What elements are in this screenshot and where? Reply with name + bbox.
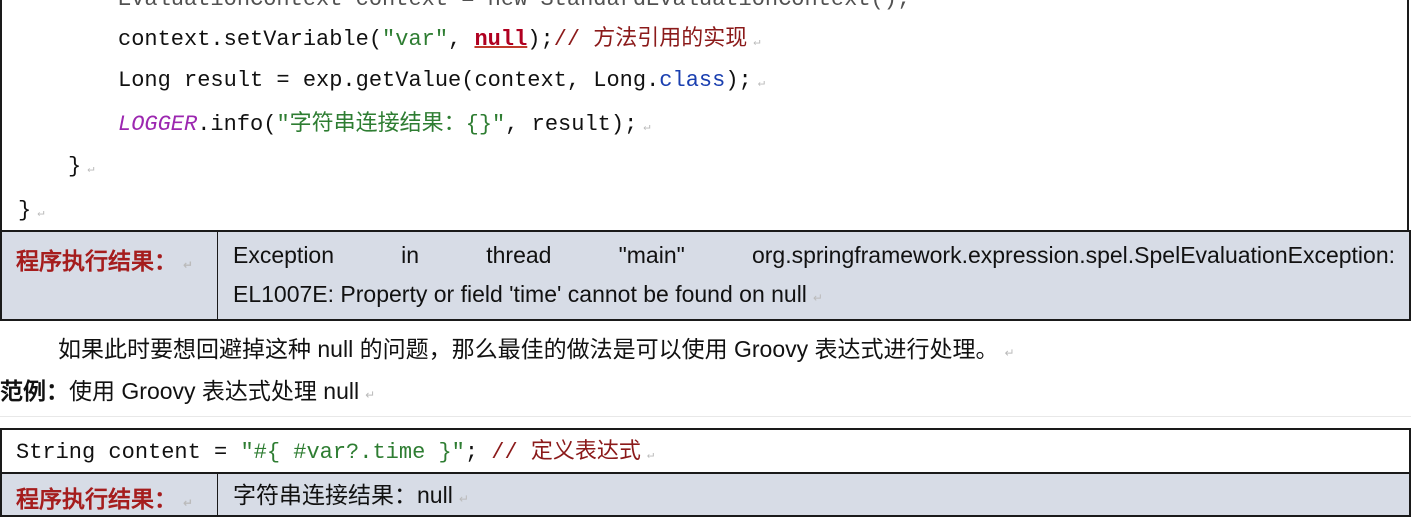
result-word: org.springframework.expression.spel.Spel…: [751, 242, 1396, 268]
null-keyword: null: [474, 27, 528, 52]
result-label: 程序执行结果： ↵: [2, 232, 218, 319]
code-line-logger: LOGGER.info("字符串连接结果：{}", result); ↵: [118, 112, 651, 140]
result-word: "main": [618, 242, 685, 268]
example-text: 使用 Groovy 表达式处理 null: [69, 378, 360, 404]
code-keyword: class: [659, 68, 726, 93]
paragraph-mark: ↵: [37, 206, 45, 220]
code-block-bottom: String content = "#{ #var?.time }"; // 定…: [0, 428, 1411, 472]
example-label: 范例：: [0, 378, 69, 404]
paragraph-mark: ↵: [365, 388, 376, 402]
code-line-cut: EvaluationContext context = new Standard…: [118, 0, 910, 13]
result-value: 字符串连接结果：null ↵: [218, 474, 1409, 515]
code-token: }: [18, 198, 32, 223]
code-token: }: [68, 154, 82, 179]
code-line-content: String content = "#{ #var?.time }"; // 定…: [16, 440, 654, 468]
code-token: );: [527, 27, 554, 52]
paragraph-mark: ↵: [753, 35, 761, 49]
result-label-text: 程序执行结果：: [16, 487, 177, 513]
paragraph-mark: ↵: [183, 496, 194, 510]
result-line-1: Exception in thread "main" org.springfra…: [233, 232, 1395, 275]
code-field: LOGGER: [118, 112, 198, 137]
result-word: in: [401, 242, 420, 268]
code-line-close-method: } ↵: [68, 154, 94, 182]
code-block-top: EvaluationContext context = new Standard…: [0, 0, 1409, 230]
result-text: 字符串连接结果：null: [233, 482, 453, 508]
code-string: "var": [382, 27, 449, 52]
result-table-1: 程序执行结果： ↵ Exception in thread "main" org.…: [0, 230, 1411, 321]
body-paragraph: 如果此时要想回避掉这种 null 的问题，那么最佳的做法是可以使用 Groovy…: [58, 330, 1015, 364]
code-token: String content =: [16, 440, 241, 465]
code-string: "#{ #var?.time }": [240, 440, 465, 465]
result-text: EL1007E: Property or field 'time' cannot…: [233, 281, 807, 307]
result-word: Exception: [233, 242, 335, 268]
result-value: Exception in thread "main" org.springfra…: [218, 232, 1409, 319]
separator: [0, 416, 1411, 417]
code-token: context.setVariable(: [118, 27, 383, 52]
paragraph-mark: ↵: [646, 448, 655, 462]
code-token: );: [725, 68, 752, 93]
paragraph-mark: ↵: [87, 162, 95, 176]
paragraph-mark: ↵: [757, 76, 765, 90]
code-comment: // 定义表达式: [491, 440, 641, 465]
paragraph-mark: ↵: [183, 258, 194, 272]
paragraph-text: 如果此时要想回避掉这种 null 的问题，那么最佳的做法是可以使用 Groovy…: [58, 336, 999, 362]
result-line-2: EL1007E: Property or field 'time' cannot…: [233, 275, 1395, 317]
code-token: .info(: [197, 112, 277, 137]
paragraph-mark: ↵: [458, 492, 469, 506]
code-token: Long result = exp.getValue(context, Long…: [118, 68, 660, 93]
example-heading: 范例：使用 Groovy 表达式处理 null ↵: [0, 372, 375, 406]
code-token: ,: [448, 27, 475, 52]
code-string: "字符串连接结果：{}": [276, 112, 506, 137]
code-token: , result);: [505, 112, 638, 137]
code-line-get-value: Long result = exp.getValue(context, Long…: [118, 68, 765, 96]
result-word: thread: [486, 242, 552, 268]
paragraph-mark: ↵: [643, 120, 651, 134]
paragraph-mark: ↵: [1004, 346, 1015, 360]
code-line-set-variable: context.setVariable("var", null);// 方法引用…: [118, 27, 761, 55]
code-line-close-class: } ↵: [18, 198, 44, 226]
result-label: 程序执行结果： ↵: [2, 474, 218, 515]
code-comment: // 方法引用的实现: [553, 27, 748, 52]
code-token: ;: [464, 440, 492, 465]
result-label-text: 程序执行结果：: [16, 249, 177, 275]
result-table-2: 程序执行结果： ↵ 字符串连接结果：null ↵: [0, 472, 1411, 517]
paragraph-mark: ↵: [812, 291, 823, 305]
